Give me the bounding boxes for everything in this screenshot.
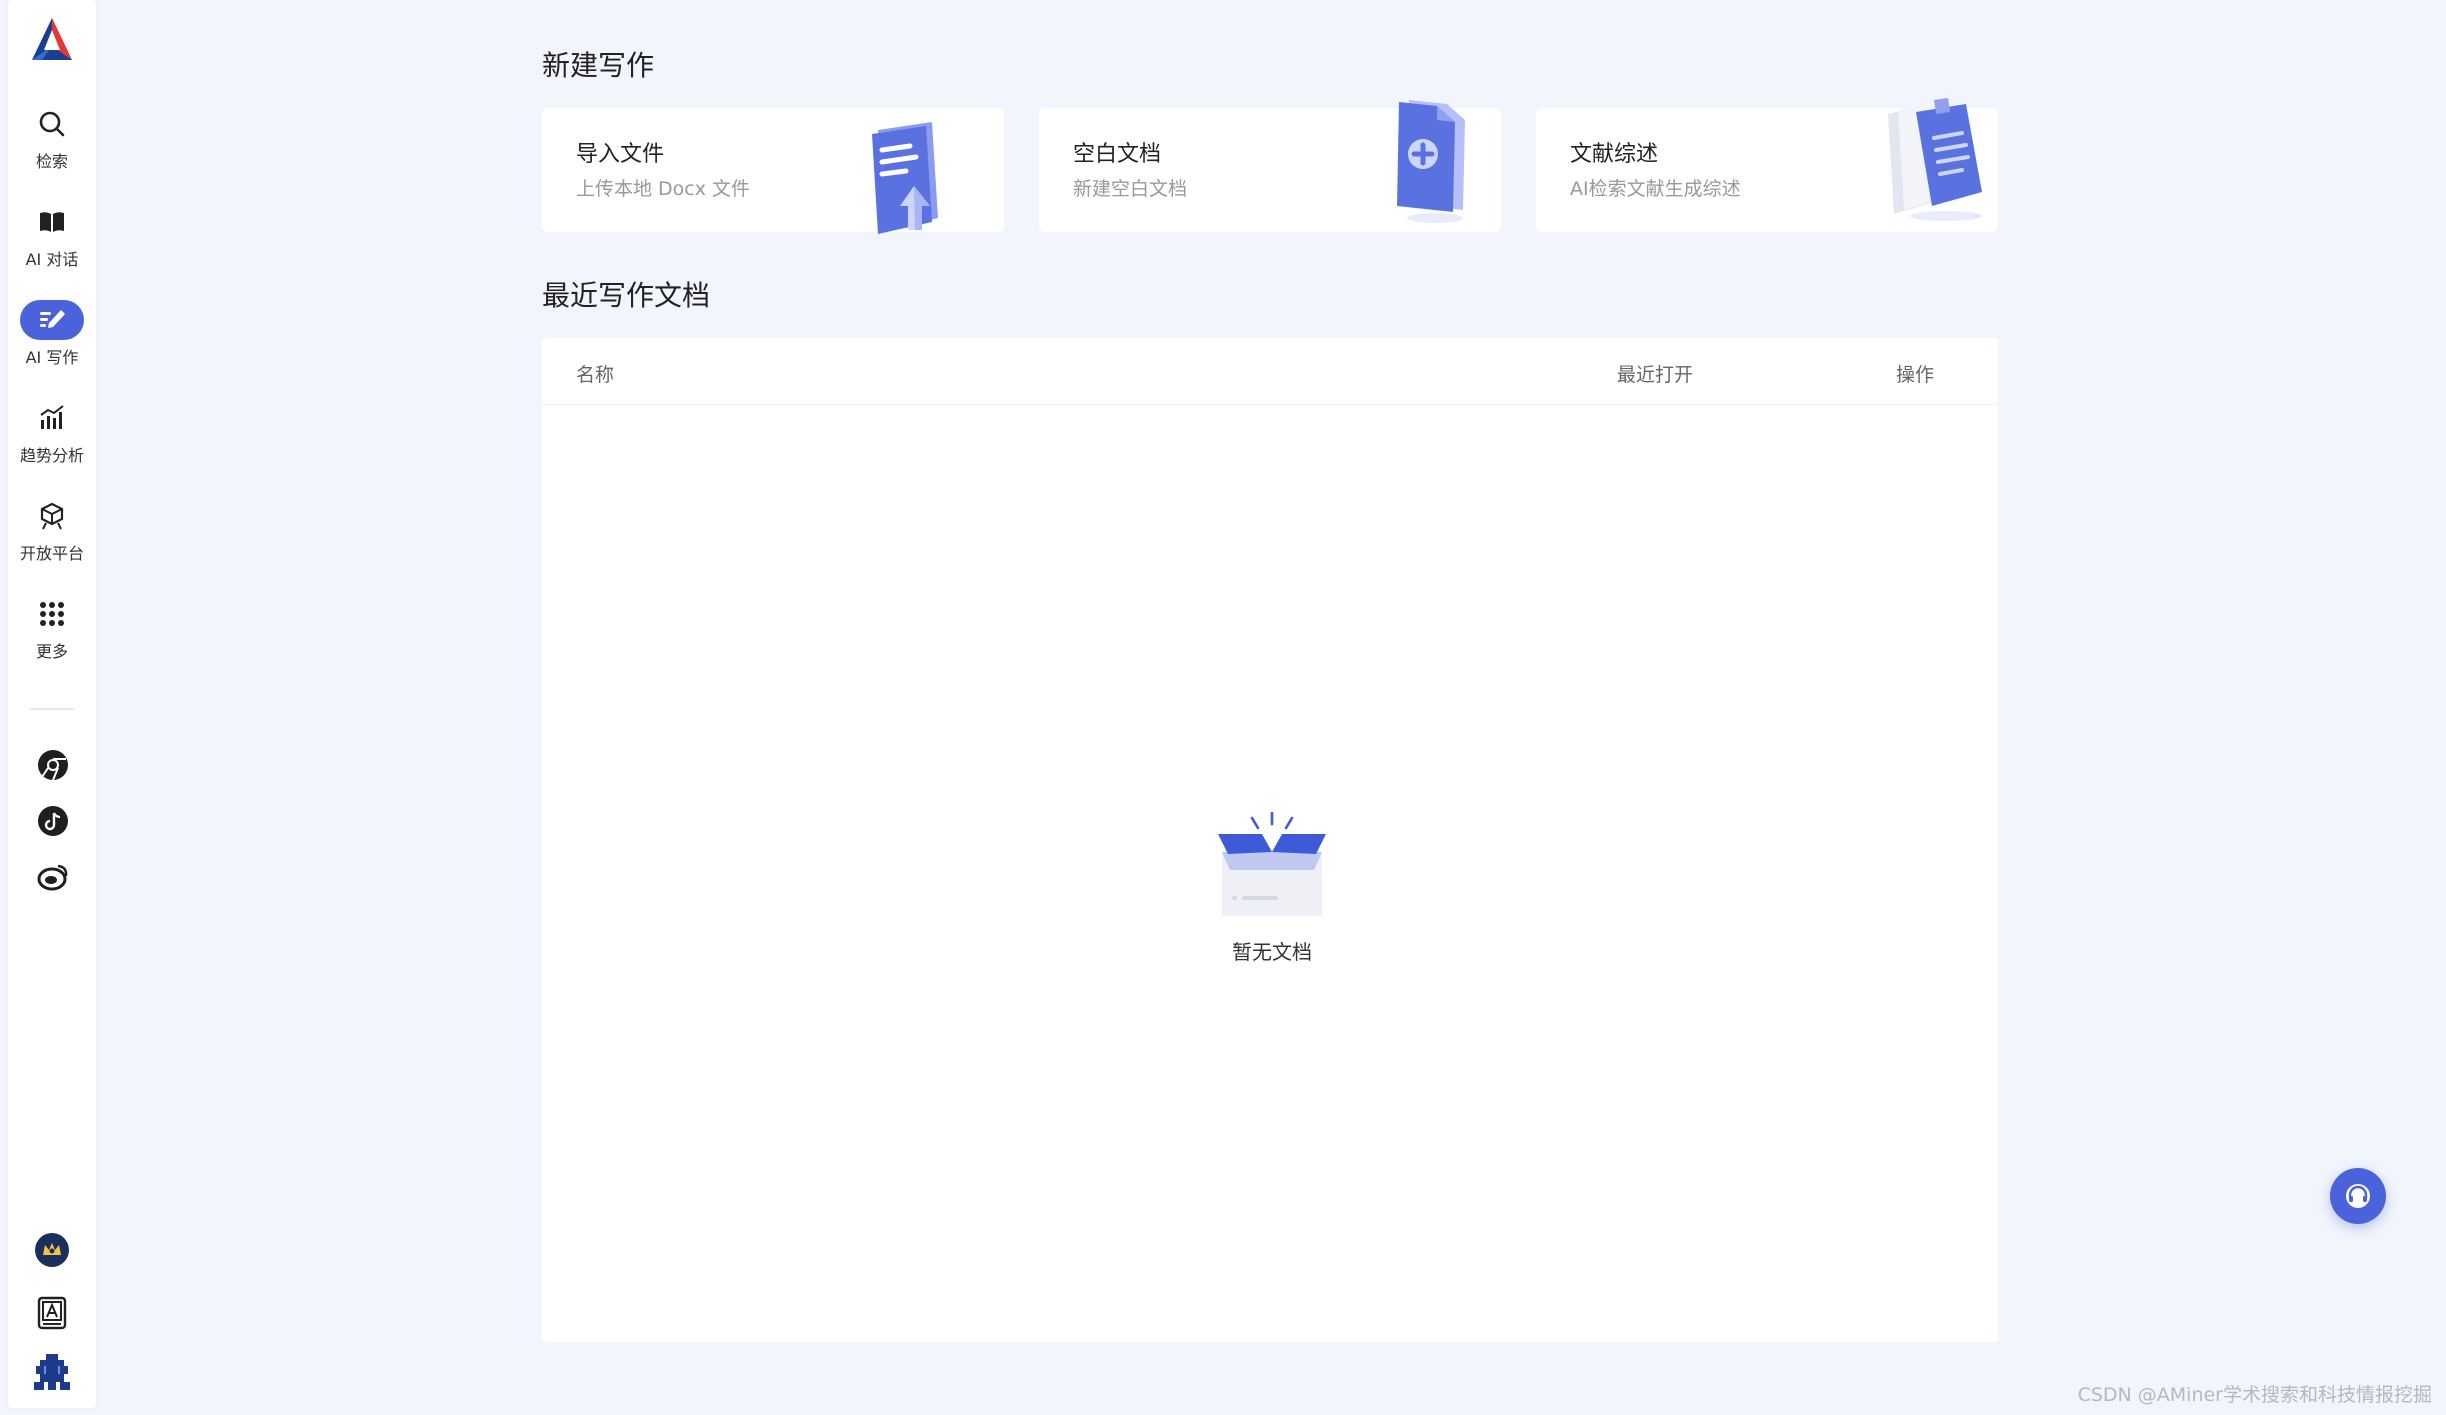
column-header-last-opened[interactable]: 最近打开 bbox=[1617, 360, 1693, 387]
empty-box-icon bbox=[1218, 810, 1326, 926]
card-title: 导入文件 bbox=[576, 142, 665, 167]
nav-label: 更多 bbox=[35, 642, 68, 661]
chrome-icon[interactable] bbox=[36, 748, 70, 782]
blank-doc-icon bbox=[1391, 98, 1475, 232]
blank-document-card[interactable]: 空白文档 新建空白文档 bbox=[1039, 100, 1501, 232]
book-icon bbox=[20, 202, 84, 242]
write-icon bbox=[20, 300, 84, 340]
sidebar: 检索 AI 对话 AI 写作 趋势分析 开放平台 更多 bbox=[8, 0, 96, 1408]
search-icon bbox=[20, 104, 84, 144]
literature-review-icon bbox=[1882, 98, 1992, 230]
vip-crown-icon[interactable] bbox=[34, 1232, 70, 1268]
card-subtitle: 上传本地 Docx 文件 bbox=[576, 178, 751, 200]
nav-item-trend-analysis[interactable]: 趋势分析 bbox=[8, 398, 96, 478]
weibo-icon[interactable] bbox=[36, 860, 70, 894]
headset-icon bbox=[2346, 1184, 2370, 1208]
card-title: 文献综述 bbox=[1570, 142, 1659, 167]
nav-item-more[interactable]: 更多 bbox=[8, 594, 96, 674]
nav-label: AI 对话 bbox=[25, 250, 79, 269]
empty-state-text: 暂无文档 bbox=[1232, 940, 1312, 964]
nav-label: AI 写作 bbox=[25, 348, 79, 367]
nav-label: 检索 bbox=[35, 152, 68, 171]
nav-item-ai-chat[interactable]: AI 对话 bbox=[8, 202, 96, 282]
nav-item-ai-writing[interactable]: AI 写作 bbox=[8, 300, 96, 380]
card-subtitle: AI检索文献生成综述 bbox=[1570, 178, 1741, 200]
empty-state: 暂无文档 bbox=[1218, 810, 1326, 964]
open-platform-icon bbox=[20, 496, 84, 536]
sidebar-divider bbox=[30, 708, 74, 710]
card-title: 空白文档 bbox=[1073, 142, 1162, 167]
nav-item-search[interactable]: 检索 bbox=[8, 104, 96, 184]
tiktok-icon[interactable] bbox=[36, 804, 70, 838]
table-header: 名称 最近打开 操作 bbox=[542, 338, 1998, 405]
import-file-card[interactable]: 导入文件 上传本地 Docx 文件 bbox=[542, 108, 1004, 234]
literature-review-card[interactable]: 文献综述 AI检索文献生成综述 bbox=[1536, 98, 1998, 232]
trend-chart-icon bbox=[20, 398, 84, 438]
section-title-recent-docs: 最近写作文档 bbox=[542, 279, 711, 312]
nav-label: 趋势分析 bbox=[19, 446, 84, 465]
customer-service-button[interactable] bbox=[2330, 1168, 2386, 1224]
user-avatar-icon[interactable] bbox=[32, 1352, 72, 1392]
recent-docs-table: 名称 最近打开 操作 暂无文档 bbox=[542, 338, 1998, 1342]
section-title-new-writing: 新建写作 bbox=[542, 49, 655, 82]
card-subtitle: 新建空白文档 bbox=[1073, 178, 1188, 200]
translate-doc-icon[interactable] bbox=[36, 1296, 70, 1330]
aminer-logo-icon[interactable] bbox=[28, 16, 76, 64]
column-header-name: 名称 bbox=[576, 364, 615, 386]
grid-dots-icon bbox=[20, 594, 84, 634]
nav-label: 开放平台 bbox=[19, 544, 84, 563]
watermark: CSDN @AMiner学术搜索和科技情报挖掘 bbox=[2077, 1384, 2432, 1406]
column-header-actions: 操作 bbox=[1896, 364, 1935, 386]
import-doc-icon bbox=[862, 122, 952, 242]
nav-item-open-platform[interactable]: 开放平台 bbox=[8, 496, 96, 576]
